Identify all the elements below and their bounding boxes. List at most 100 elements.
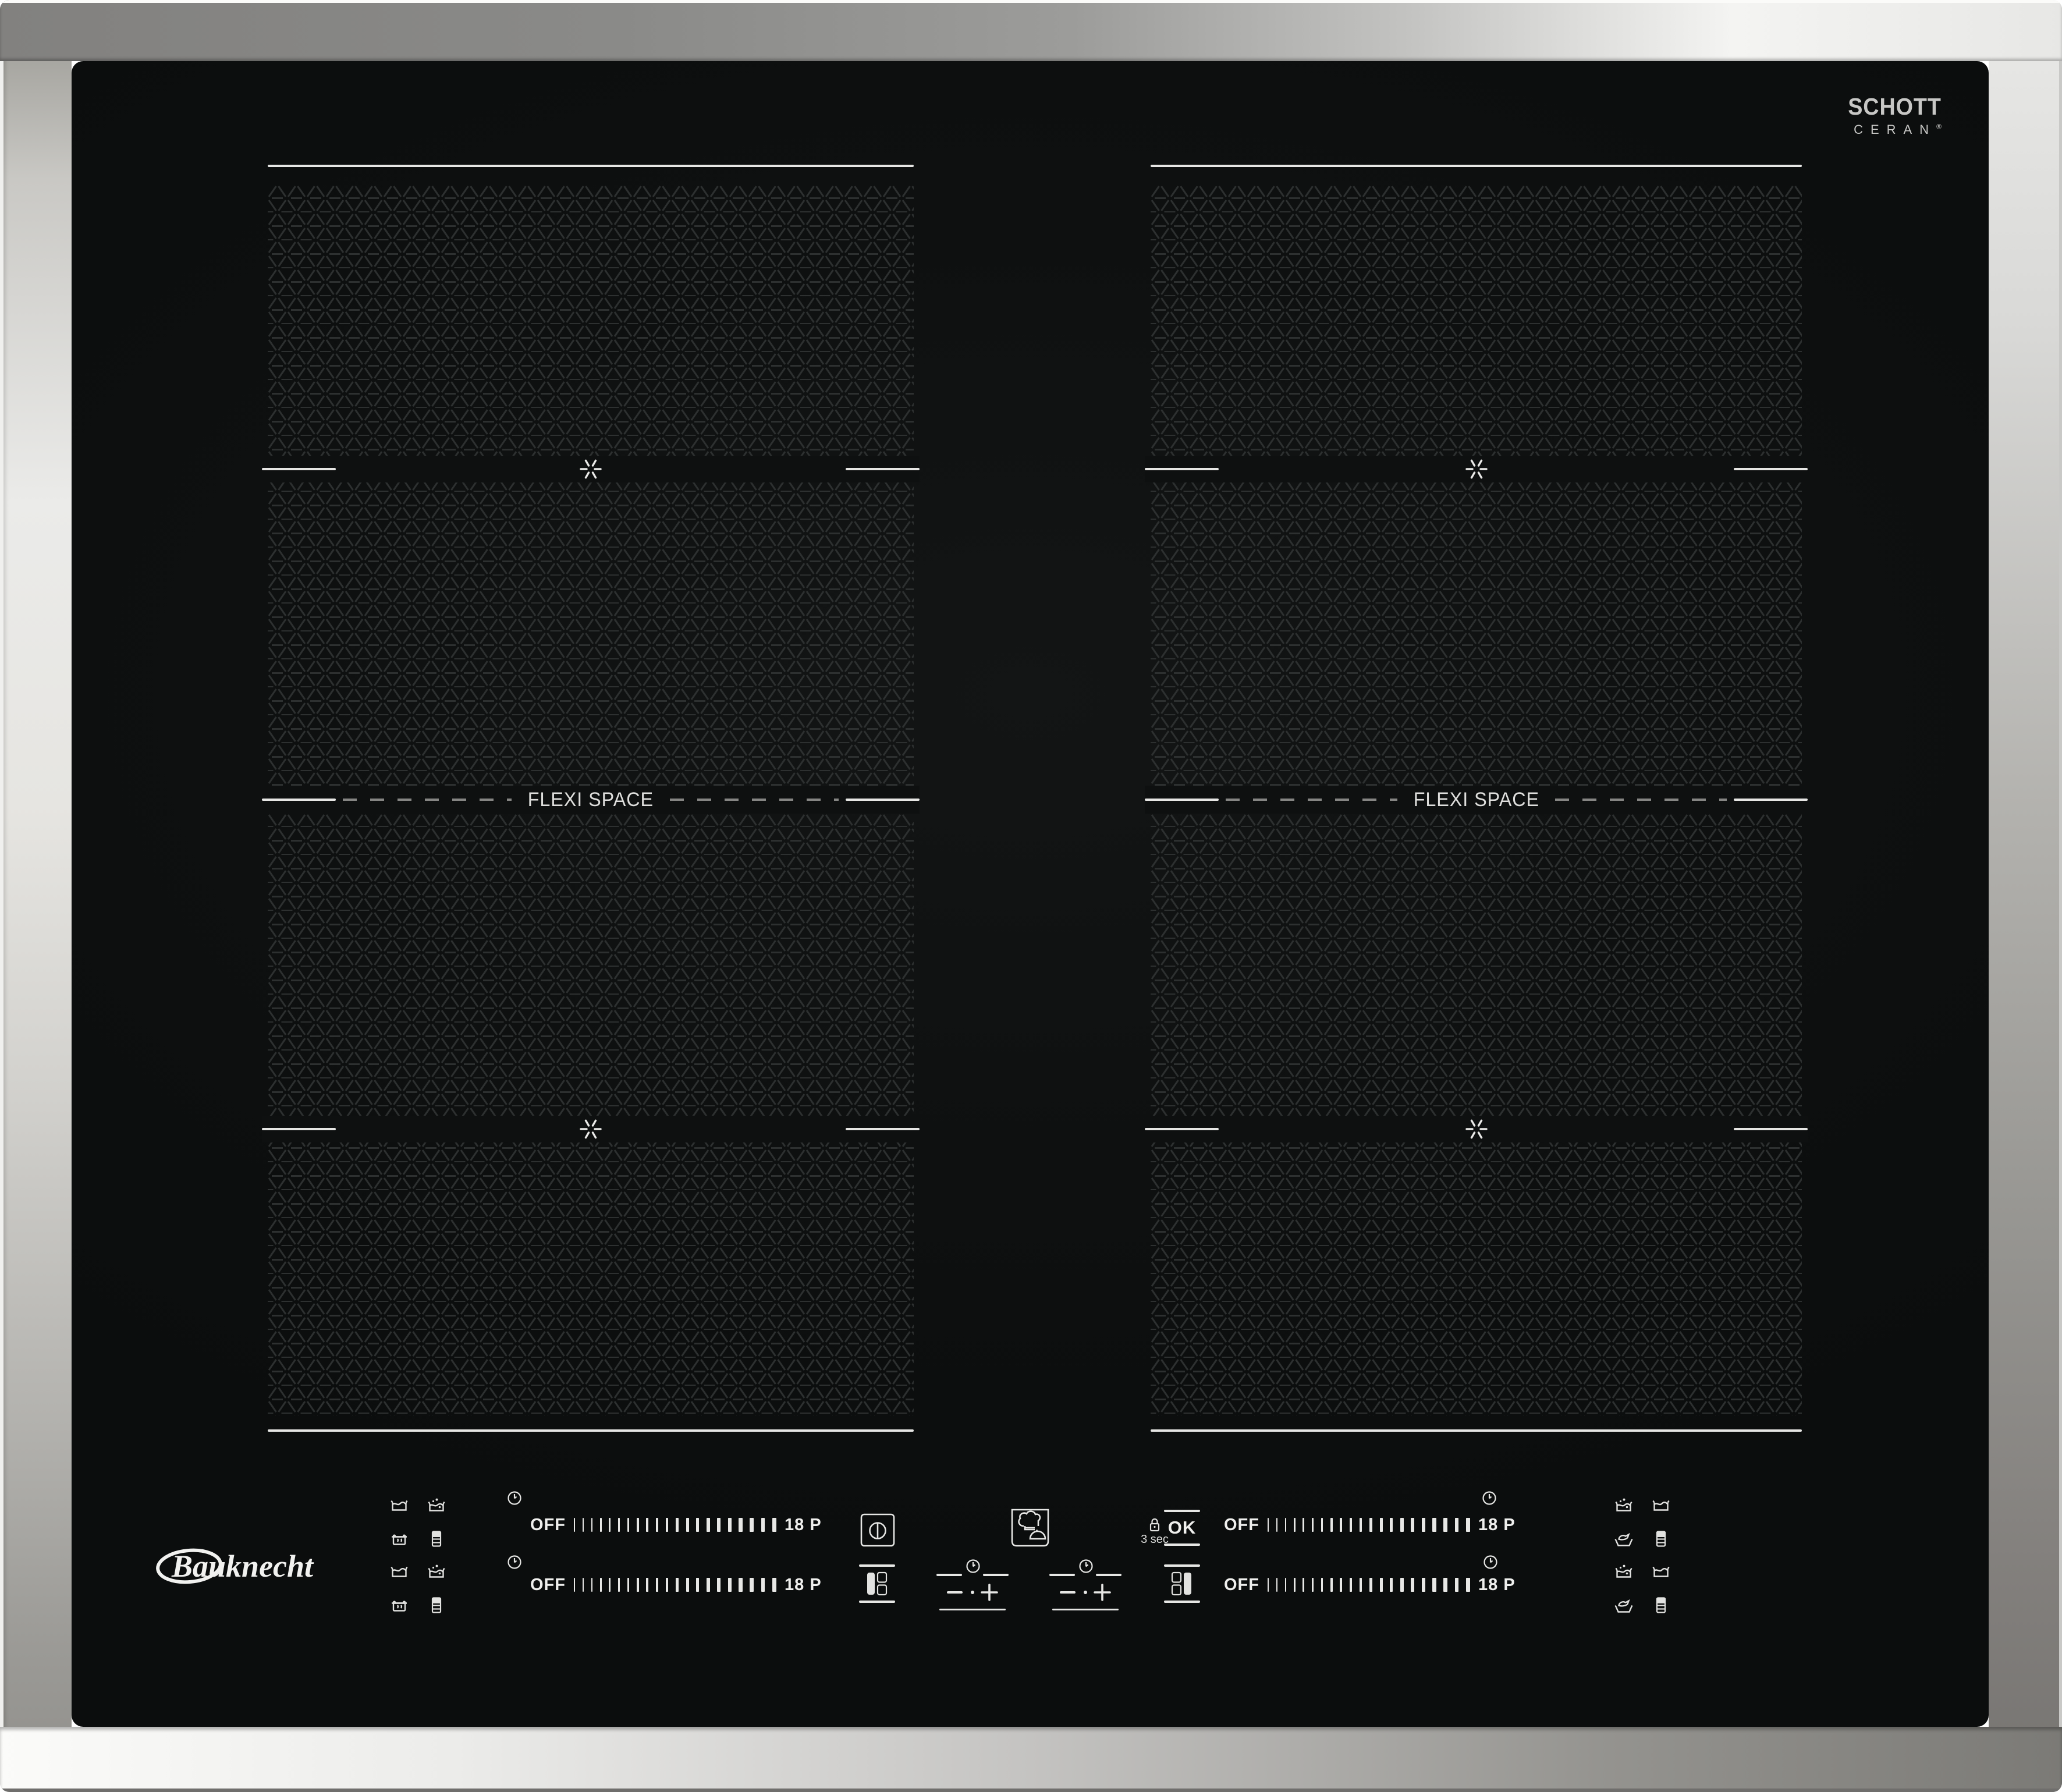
simmering-icon [391, 1601, 408, 1612]
chef-functions-button[interactable] [1011, 1509, 1049, 1547]
timer-clock-icon [1079, 1559, 1093, 1573]
keep-warm-icon [1656, 1531, 1666, 1547]
timer-dot [1084, 1591, 1087, 1594]
zone-edge-line [1145, 468, 1219, 470]
keep-warm-icon [1656, 1597, 1666, 1613]
zone-right-top-line [1151, 165, 1802, 167]
timer-base-line [939, 1609, 1006, 1610]
zone-edge-line [1734, 1128, 1808, 1130]
lock-icon [1149, 1518, 1160, 1532]
frame-right-edge [1989, 0, 2062, 1792]
zone-right-front-marker-row[interactable] [1145, 1116, 1808, 1142]
zone-edge-line [846, 1128, 920, 1130]
flexi-space-label: FLEXI SPACE [527, 788, 654, 811]
separator-line [1164, 1601, 1200, 1603]
separator-line [1164, 1564, 1200, 1567]
slider-tick-scale[interactable] [1268, 1518, 1470, 1532]
divider-dashes [1555, 799, 1727, 801]
flexi-space-label: FLEXI SPACE [1413, 788, 1539, 811]
zone-edge-line [1145, 1128, 1219, 1130]
combine-zones-right-icon [1171, 1571, 1193, 1596]
zone-left-top-line [268, 165, 914, 167]
power-slider-left-rear[interactable]: OFF 18 P [530, 1512, 822, 1538]
zone-left-bottom-line [268, 1429, 914, 1432]
timer-plus-button[interactable] [981, 1584, 998, 1601]
zone-right-rear-marker-row[interactable] [1145, 456, 1808, 482]
combine-zones-left-icon [866, 1571, 888, 1596]
slider-max-label[interactable]: 18 P [785, 1516, 822, 1535]
zone-edge-line [846, 468, 920, 470]
separator-line [859, 1601, 895, 1603]
stainless-steel-frame: SCHOTT CERAN® FLEXI SPACE FLEXI SPACE Ba… [0, 0, 2062, 1792]
combine-zones-left-button[interactable] [859, 1564, 895, 1603]
slider-max-label[interactable]: 18 P [1478, 1516, 1516, 1535]
melting-icon [391, 1500, 408, 1511]
ok-button[interactable]: OK [1164, 1510, 1200, 1546]
slider-max-label[interactable]: 18 P [1478, 1575, 1516, 1595]
timer-control-right[interactable] [1049, 1558, 1121, 1612]
ceran-logo-text: CERAN® [1854, 122, 1942, 137]
frame-left-edge [0, 0, 72, 1792]
timer-line [936, 1574, 962, 1576]
power-button[interactable] [860, 1513, 895, 1547]
melting-icon [1652, 1500, 1670, 1511]
divider-edge-line [1145, 799, 1219, 801]
timer-minus-button[interactable] [1060, 1591, 1076, 1594]
timer-line [1049, 1574, 1075, 1576]
power-slider-right-front[interactable]: OFF 18 P [1224, 1572, 1516, 1598]
slider-tick-scale[interactable] [574, 1578, 776, 1592]
ceran-glass-surface: SCHOTT CERAN® FLEXI SPACE FLEXI SPACE Ba… [72, 61, 1989, 1727]
divider-edge-line [262, 799, 336, 801]
timer-control-left[interactable] [936, 1558, 1009, 1612]
slider-off-label[interactable]: OFF [1224, 1575, 1259, 1595]
slider-off-label[interactable]: OFF [530, 1575, 566, 1595]
zone-center-asterisk-icon [1465, 459, 1488, 479]
zone-center-asterisk-icon [580, 1119, 602, 1139]
timer-base-line [1052, 1609, 1119, 1610]
flexi-space-divider-left: FLEXI SPACE [262, 786, 920, 814]
divider-edge-line [1734, 799, 1808, 801]
melting-icon [391, 1566, 408, 1577]
zone-left-rear-marker-row[interactable] [262, 456, 920, 482]
timer-line [983, 1574, 1009, 1576]
separator-line [1164, 1543, 1200, 1546]
slider-off-label[interactable]: OFF [1224, 1516, 1259, 1535]
divider-dashes [343, 799, 512, 801]
zone-edge-line [262, 1128, 336, 1130]
timer-line [1096, 1574, 1121, 1576]
timer-clock-icon [1483, 1555, 1497, 1569]
slider-tick-scale[interactable] [1268, 1578, 1470, 1592]
timer-clock-icon [507, 1555, 521, 1569]
combine-zones-right-button[interactable] [1164, 1564, 1200, 1603]
simmering-icon [391, 1534, 408, 1545]
divider-dashes [669, 799, 839, 801]
zone-center-asterisk-icon [580, 459, 602, 479]
keep-warm-icon [431, 1597, 442, 1613]
divider-edge-line [846, 799, 920, 801]
slider-max-label[interactable]: 18 P [785, 1575, 822, 1595]
zone-right-bottom-line [1151, 1429, 1802, 1432]
registered-mark: ® [1936, 122, 1942, 131]
boiling-icon [428, 1498, 445, 1511]
cooking-zone-left[interactable]: FLEXI SPACE [262, 163, 920, 1438]
timer-minus-button[interactable] [947, 1591, 963, 1594]
melting-icon [1652, 1566, 1670, 1577]
timer-plus-button[interactable] [1094, 1584, 1111, 1601]
zone-left-front-marker-row[interactable] [262, 1116, 920, 1142]
frying-icon [1614, 1600, 1633, 1613]
boiling-icon [428, 1564, 445, 1578]
zone-edge-line [1734, 468, 1808, 470]
keep-warm-icon [431, 1531, 442, 1547]
slider-off-label[interactable]: OFF [530, 1516, 566, 1535]
separator-line [1164, 1510, 1200, 1512]
frying-icon [1614, 1534, 1633, 1546]
timer-dot [971, 1591, 974, 1594]
slider-tick-scale[interactable] [574, 1518, 776, 1532]
power-slider-left-front[interactable]: OFF 18 P [530, 1572, 822, 1598]
cooking-zone-right[interactable]: FLEXI SPACE [1145, 163, 1808, 1438]
power-slider-right-rear[interactable]: OFF 18 P [1224, 1512, 1516, 1538]
function-icons-right [1614, 1498, 1670, 1613]
bauknecht-logo: Bauknecht [153, 1541, 328, 1594]
function-icons-left [390, 1498, 445, 1613]
frame-top-edge [0, 0, 2062, 61]
